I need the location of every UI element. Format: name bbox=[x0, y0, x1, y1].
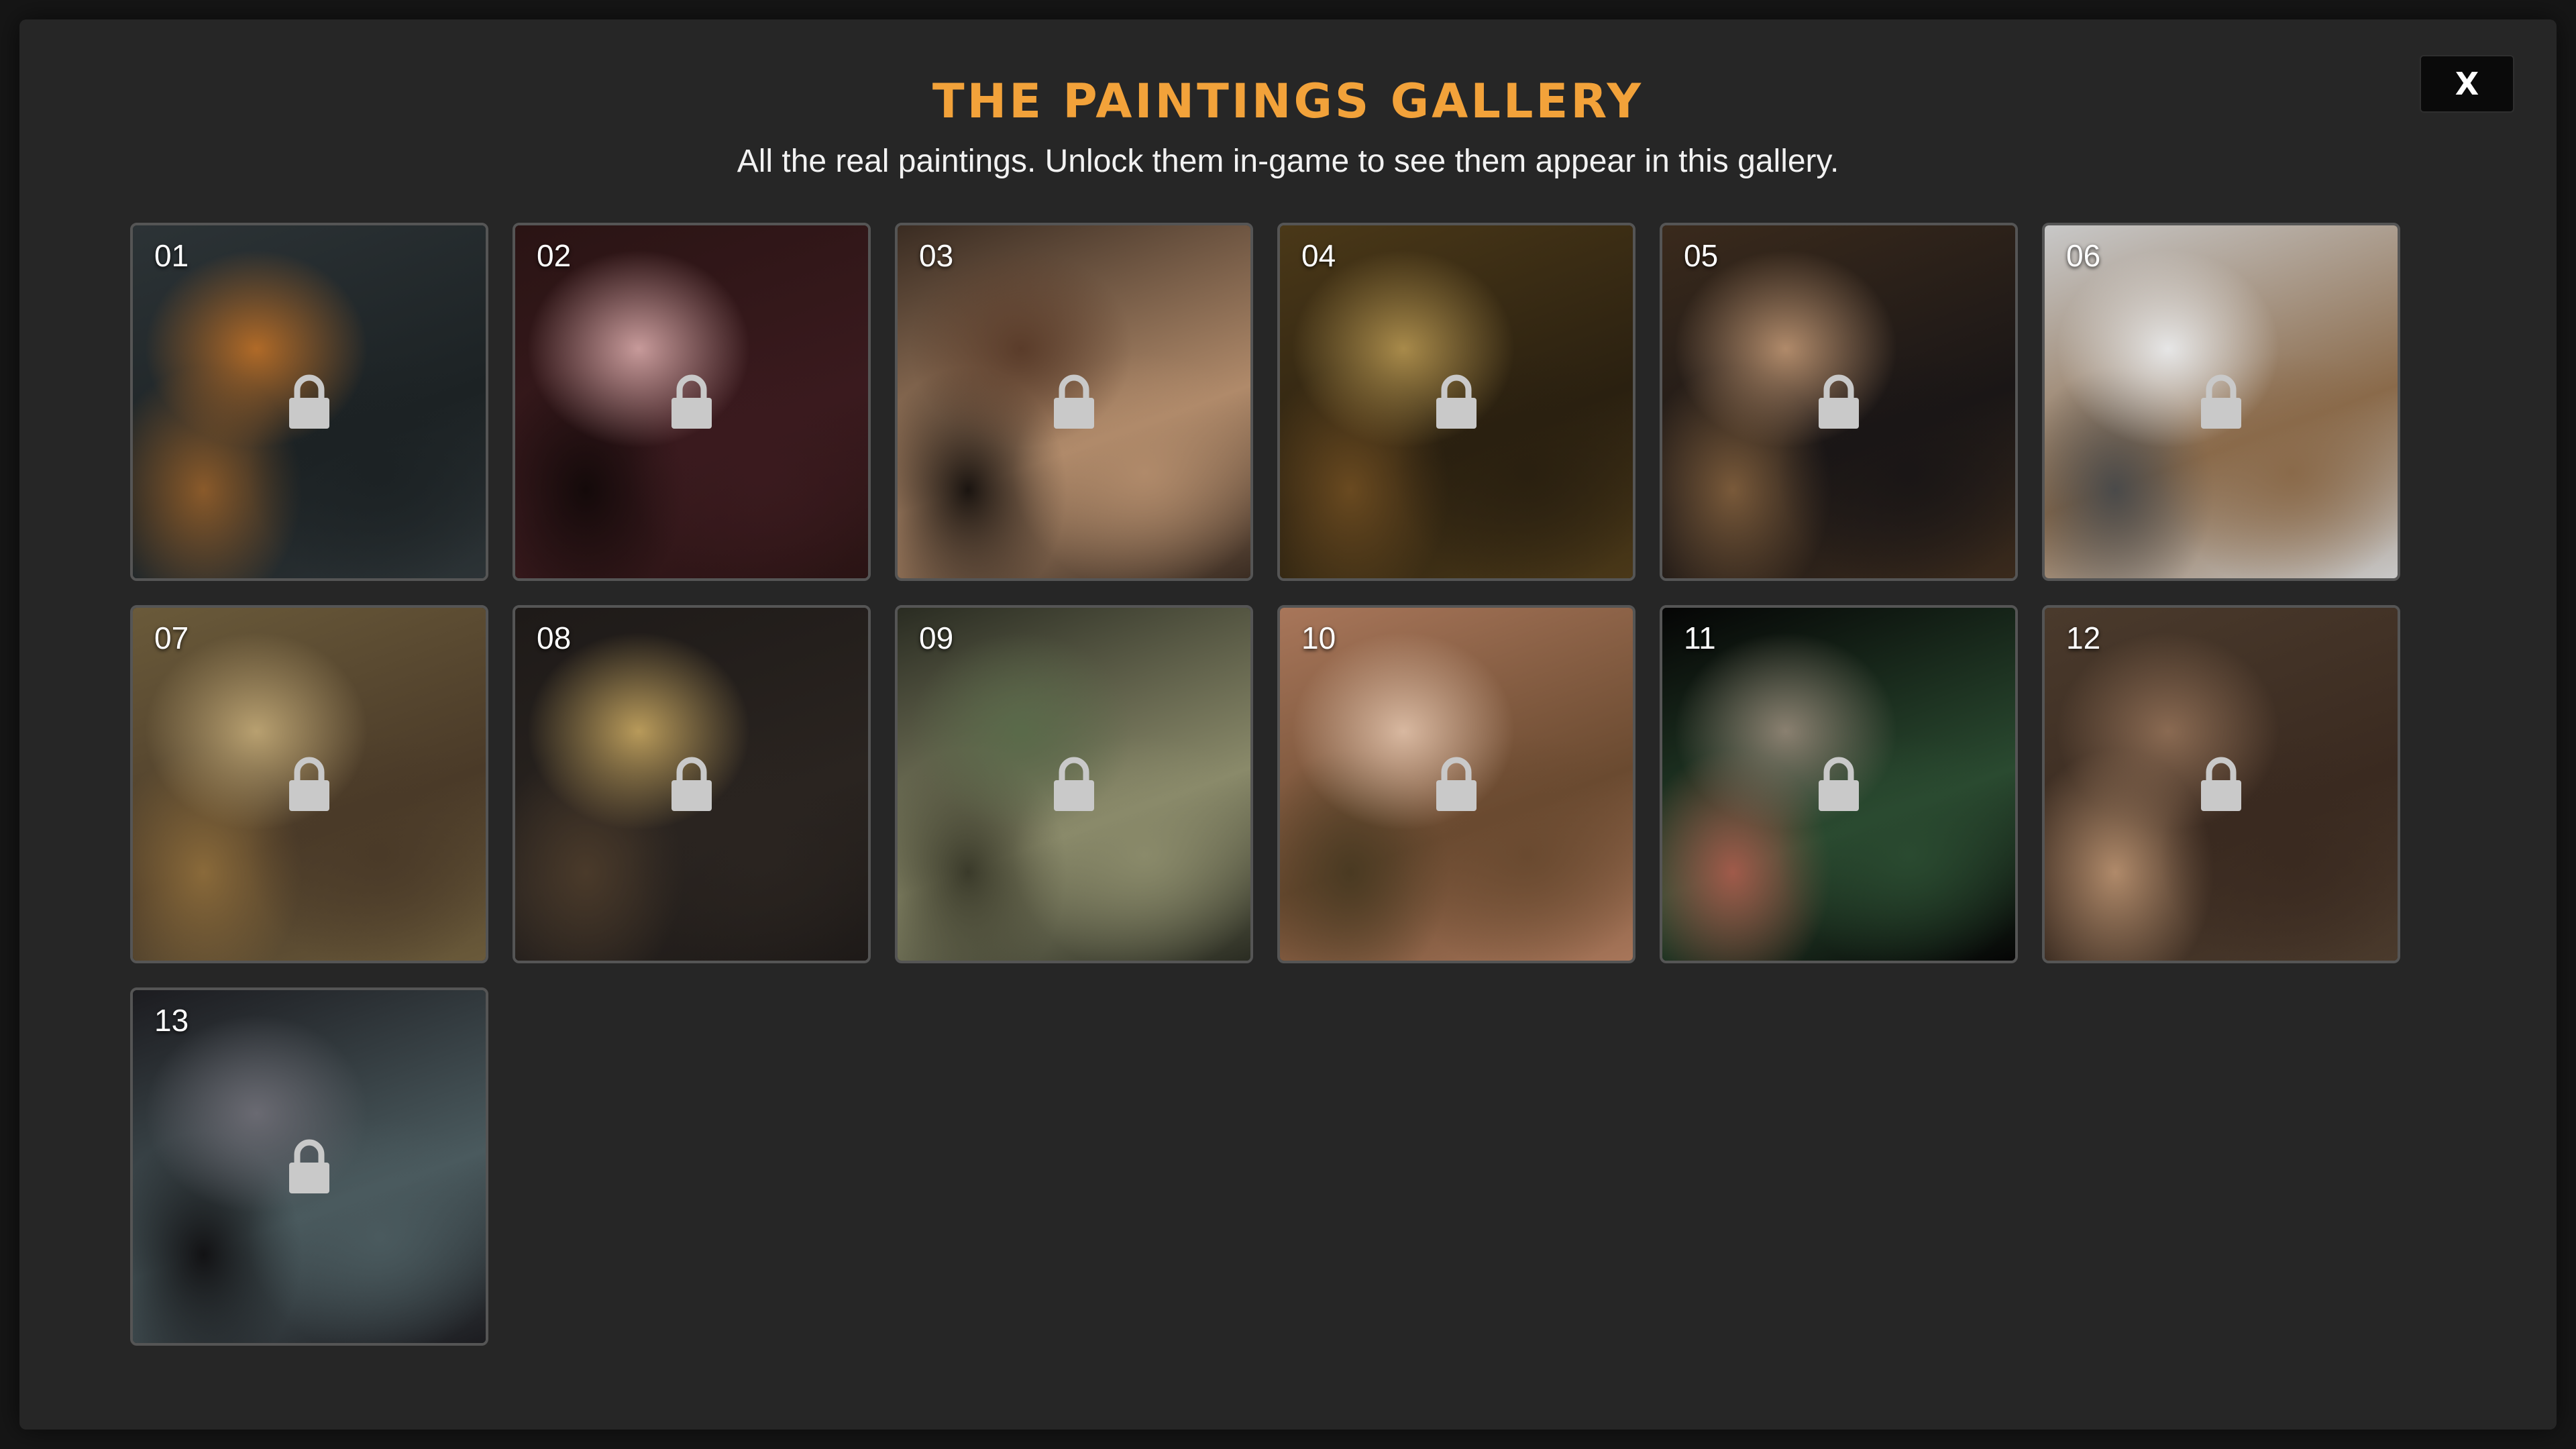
painting-tile[interactable]: 05 bbox=[1660, 223, 2018, 581]
painting-number: 13 bbox=[154, 1003, 189, 1038]
painting-number: 10 bbox=[1301, 621, 1336, 655]
lock-icon bbox=[1819, 374, 1859, 429]
painting-tile[interactable]: 02 bbox=[513, 223, 871, 581]
lock-icon bbox=[1054, 374, 1094, 429]
painting-tile[interactable]: 06 bbox=[2042, 223, 2400, 581]
lock-icon bbox=[289, 374, 329, 429]
painting-number: 08 bbox=[537, 621, 572, 655]
lock-icon bbox=[1819, 757, 1859, 811]
painting-tile[interactable]: 12 bbox=[2042, 605, 2400, 963]
painting-tile[interactable]: 07 bbox=[130, 605, 488, 963]
lock-icon bbox=[2201, 757, 2241, 811]
painting-number: 09 bbox=[919, 621, 954, 655]
painting-number: 02 bbox=[537, 238, 572, 273]
lock-icon bbox=[672, 374, 712, 429]
painting-number: 05 bbox=[1684, 238, 1719, 273]
painting-number: 01 bbox=[154, 238, 189, 273]
lock-icon bbox=[289, 1139, 329, 1193]
painting-tile[interactable]: 03 bbox=[895, 223, 1253, 581]
painting-number: 07 bbox=[154, 621, 189, 655]
painting-number: 12 bbox=[2066, 621, 2101, 655]
lock-icon bbox=[1436, 374, 1477, 429]
painting-tile[interactable]: 08 bbox=[513, 605, 871, 963]
painting-tile[interactable]: 11 bbox=[1660, 605, 2018, 963]
painting-tile[interactable]: 09 bbox=[895, 605, 1253, 963]
lock-icon bbox=[289, 757, 329, 811]
lock-icon bbox=[672, 757, 712, 811]
lock-icon bbox=[1054, 757, 1094, 811]
close-button[interactable]: X bbox=[2420, 55, 2514, 113]
painting-tile[interactable]: 04 bbox=[1277, 223, 1635, 581]
painting-number: 11 bbox=[1684, 621, 1716, 655]
gallery-modal: THE PAINTINGS GALLERY All the real paint… bbox=[19, 19, 2557, 1430]
gallery-subtitle: All the real paintings. Unlock them in-g… bbox=[737, 144, 1839, 179]
lock-icon bbox=[2201, 374, 2241, 429]
painting-tile[interactable]: 13 bbox=[130, 987, 488, 1346]
painting-number: 03 bbox=[919, 238, 954, 273]
gallery-title: THE PAINTINGS GALLERY bbox=[932, 74, 1644, 129]
painting-tile[interactable]: 10 bbox=[1277, 605, 1635, 963]
painting-number: 04 bbox=[1301, 238, 1336, 273]
painting-number: 06 bbox=[2066, 238, 2101, 273]
painting-grid: 01 02 03 04 05 06 07 08 09 10 11 12 13 bbox=[130, 223, 2400, 1346]
painting-tile[interactable]: 01 bbox=[130, 223, 488, 581]
lock-icon bbox=[1436, 757, 1477, 811]
